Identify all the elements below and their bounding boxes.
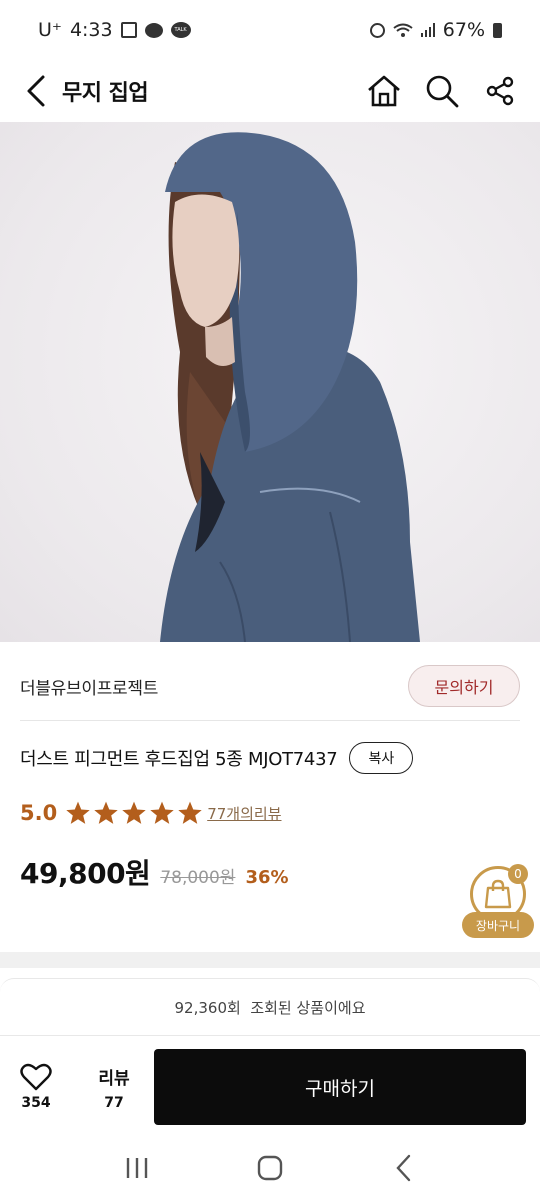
header-actions [364, 71, 520, 111]
signal-icon [420, 23, 435, 37]
divider [20, 720, 520, 721]
home-icon [368, 75, 400, 107]
search-button[interactable] [422, 71, 462, 111]
discount-rate: 36% [245, 867, 289, 888]
title-row: 더스트 피그먼트 후드집업 5종 MJOT7437 복사 [20, 740, 520, 776]
bottom-action-bar: 354 리뷰 77 구매하기 [0, 1040, 540, 1134]
recent-apps-icon [126, 1158, 147, 1178]
app-header: 무지 집업 [0, 60, 540, 122]
status-bar: U⁺ 4:33 TALK 67% [0, 0, 540, 60]
section-separator [0, 952, 540, 968]
view-count-panel: 92,360회 조회된 상품이에요 [0, 978, 540, 1036]
review-label: 리뷰 [98, 1068, 130, 1089]
gallery-icon [120, 22, 137, 38]
like-button[interactable]: 354 [16, 1063, 56, 1111]
heart-icon [20, 1063, 52, 1091]
buy-button[interactable]: 구매하기 [154, 1049, 526, 1125]
system-nav-bar [0, 1136, 540, 1200]
sale-price: 49,800원 [20, 857, 151, 890]
battery-icon [493, 22, 502, 38]
price-row: 49,800원 78,000원 36% [20, 852, 289, 896]
status-right: 67% [369, 19, 502, 41]
chat-bubble-icon [144, 22, 163, 38]
back-nav-button[interactable] [373, 1148, 433, 1188]
review-count: 77 [104, 1094, 124, 1111]
shopping-bag-icon [484, 879, 512, 909]
star-icon [122, 801, 146, 824]
alarm-icon [369, 22, 385, 38]
kakaotalk-icon: TALK [170, 22, 191, 38]
review-button[interactable]: 리뷰 77 [86, 1064, 142, 1111]
product-photo [160, 132, 420, 642]
copy-button[interactable]: 복사 [349, 742, 414, 774]
brand-row: 더블유브이프로젝트 문의하기 [20, 662, 520, 710]
home-nav-button[interactable] [240, 1148, 300, 1188]
cart-label: 장바구니 [462, 912, 534, 938]
brand-name[interactable]: 더블유브이프로젝트 [20, 674, 158, 699]
view-count-text: 92,360회 조회된 상품이에요 [174, 998, 366, 1017]
carrier-label: U⁺ [38, 19, 62, 41]
recent-apps-button[interactable] [107, 1148, 167, 1188]
like-count: 354 [21, 1095, 51, 1111]
wifi-icon [393, 23, 413, 37]
cart-count-badge: 0 [508, 864, 528, 884]
talk-badge: TALK [174, 27, 187, 33]
status-left: U⁺ 4:33 TALK [38, 19, 191, 41]
cart-button[interactable]: 0 장바구니 [462, 864, 534, 940]
product-image[interactable] [0, 122, 540, 642]
rating-score: 5.0 [20, 801, 58, 825]
review-link[interactable]: 77개의리뷰 [207, 803, 281, 824]
chevron-left-icon [27, 75, 45, 107]
rating-row: 5.0 77개의리뷰 [20, 798, 282, 828]
search-icon [426, 75, 459, 108]
share-button[interactable] [480, 71, 520, 111]
star-icon [66, 801, 90, 824]
clock: 4:33 [69, 19, 113, 41]
star-icon [150, 801, 174, 824]
original-price: 78,000원 [160, 868, 236, 888]
star-icon [178, 801, 202, 824]
share-icon [486, 76, 514, 106]
star-rating [65, 800, 203, 826]
home-nav-icon [257, 1155, 283, 1181]
star-icon [94, 801, 118, 824]
back-button[interactable] [20, 71, 52, 111]
page-title: 무지 집업 [62, 81, 149, 106]
home-button[interactable] [364, 71, 404, 111]
product-title: 더스트 피그먼트 후드집업 5종 MJOT7437 [20, 749, 338, 770]
back-nav-icon [396, 1154, 411, 1182]
battery-percent: 67% [442, 19, 485, 41]
inquiry-button[interactable]: 문의하기 [408, 665, 520, 707]
